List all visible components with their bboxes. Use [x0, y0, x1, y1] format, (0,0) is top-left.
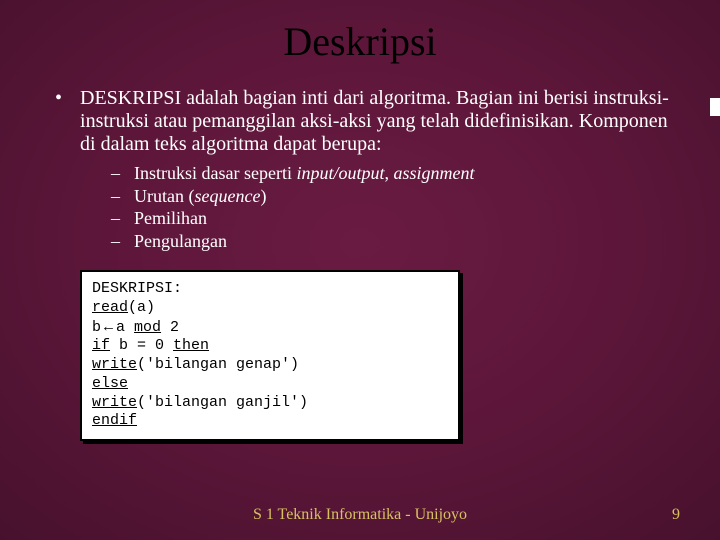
list-item-text: Urutan (sequence)	[134, 185, 266, 208]
page-number: 9	[672, 506, 680, 524]
sub-list: – Instruksi dasar seperti input/output, …	[55, 162, 680, 252]
dash-icon: –	[111, 185, 120, 208]
bullet-main: • DESKRIPSI adalah bagian inti dari algo…	[55, 87, 680, 156]
dash-icon: –	[111, 162, 120, 185]
list-item: – Instruksi dasar seperti input/output, …	[111, 162, 680, 185]
list-item-text: Pemilihan	[134, 207, 207, 230]
list-item: – Urutan (sequence)	[111, 185, 680, 208]
dash-icon: –	[111, 207, 120, 230]
code-box: DESKRIPSI: read(a) b←a mod 2 if b = 0 th…	[80, 270, 460, 441]
slide-content: • DESKRIPSI adalah bagian inti dari algo…	[0, 65, 720, 441]
main-paragraph: DESKRIPSI adalah bagian inti dari algori…	[80, 87, 680, 156]
list-item-text: Pengulangan	[134, 230, 227, 253]
list-item: – Pemilihan	[111, 207, 680, 230]
slide-title: Deskripsi	[0, 0, 720, 65]
footer-text: S 1 Teknik Informatika - Unijoyo	[0, 506, 720, 524]
bullet-icon: •	[55, 87, 62, 109]
dash-icon: –	[111, 230, 120, 253]
edge-artifact	[710, 98, 720, 116]
list-item-text: Instruksi dasar seperti input/output, as…	[134, 162, 474, 185]
list-item: – Pengulangan	[111, 230, 680, 253]
